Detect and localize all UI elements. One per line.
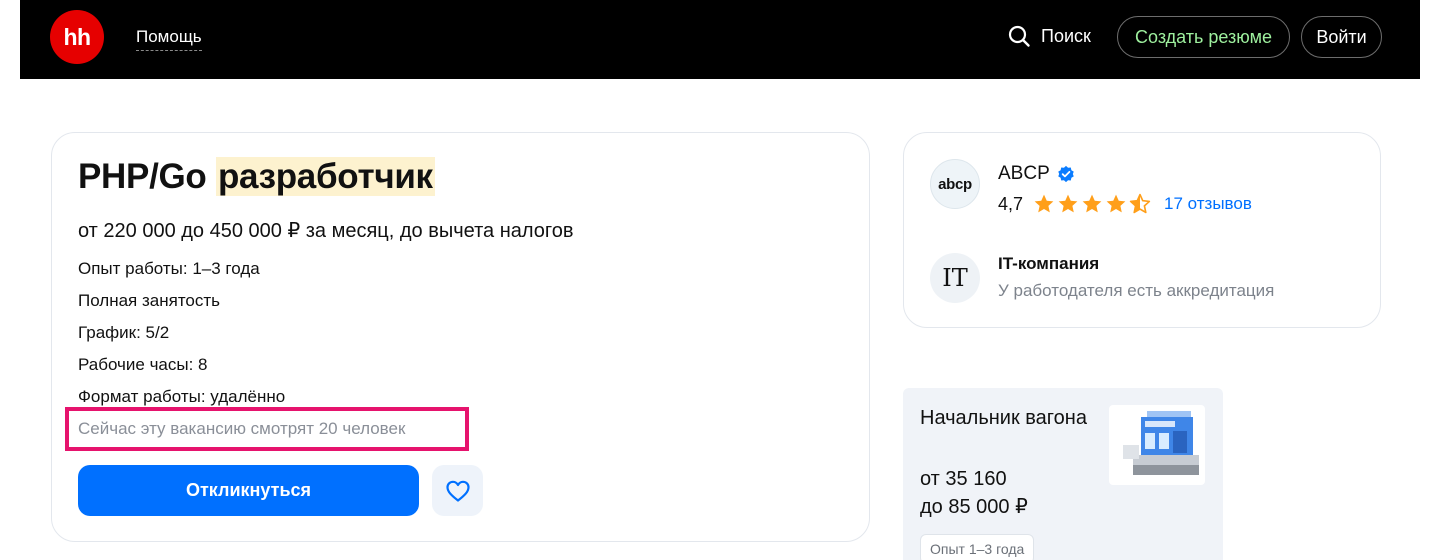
vacancy-experience: Опыт работы: 1–3 года [78,259,260,278]
company-type-title: IT-компания [998,254,1100,273]
it-company-icon: IT [930,253,980,303]
company-card: abcp ABCP 4,7 17 отзывов IT IT-компания … [903,132,1381,328]
help-link[interactable]: Помощь [136,27,202,51]
reviews-link[interactable]: 17 отзывов [1164,194,1252,214]
favorite-button[interactable] [432,465,483,516]
promo-vacancy-card[interactable]: Начальник вагона от 35 160 до 85 000 ₽ О… [903,388,1223,560]
promo-salary-from: от 35 160 [920,468,1007,490]
promo-salary-to: до 85 000 ₽ [920,496,1028,518]
search-button[interactable]: Поиск [1007,24,1091,48]
rating-value: 4,7 [998,193,1024,214]
half-star-icon [1129,193,1151,214]
star-icon [1106,194,1126,213]
star-icon [1034,194,1054,213]
vacancy-title: PHP/Go разработчик [78,157,435,197]
apply-button[interactable]: Откликнуться [78,465,419,516]
create-resume-button[interactable]: Создать резюме [1117,16,1290,58]
search-label: Поиск [1041,25,1091,46]
star-icon [1058,194,1078,213]
vacancy-work-format: Формат работы: удалённо [78,387,286,406]
top-navigation-bar: hh Помощь Поиск Создать резюме Войти [20,0,1420,79]
vacancy-title-highlight: разработчик [215,157,435,196]
vacancy-hours: Рабочие часы: 8 [78,355,208,374]
promo-experience-chip: Опыт 1–3 года [920,534,1035,560]
promo-vacancy-title[interactable]: Начальник вагона [920,404,1095,432]
viewers-count-text: Сейчас эту вакансию смотрят 20 человек [78,419,406,438]
vacancy-card: PHP/Go разработчик от 220 000 до 450 000… [51,132,870,542]
viewers-count-highlighted: Сейчас эту вакансию смотрят 20 человек [65,407,469,451]
vacancy-salary: от 220 000 до 450 000 ₽ за месяц, до выч… [78,220,574,242]
hh-logo[interactable]: hh [50,10,104,64]
company-rating-row: 4,7 17 отзывов [998,193,1252,215]
verified-badge-icon [1058,165,1074,183]
train-car-illustration [1109,405,1205,485]
company-name-row: ABCP [998,163,1075,185]
accreditation-text: У работодателя есть аккредитация [998,281,1275,300]
promo-vacancy-salary: от 35 160 до 85 000 ₽ [920,465,1028,521]
heart-icon [445,480,470,502]
login-button[interactable]: Войти [1301,16,1382,58]
vacancy-title-main: PHP/Go [78,157,207,196]
rating-stars [1033,193,1151,215]
vacancy-schedule: График: 5/2 [78,323,170,342]
vacancy-employment: Полная занятость [78,291,221,310]
star-icon [1082,194,1102,213]
company-name[interactable]: ABCP [998,163,1050,185]
company-logo[interactable]: abcp [930,159,980,209]
search-icon [1008,25,1030,47]
